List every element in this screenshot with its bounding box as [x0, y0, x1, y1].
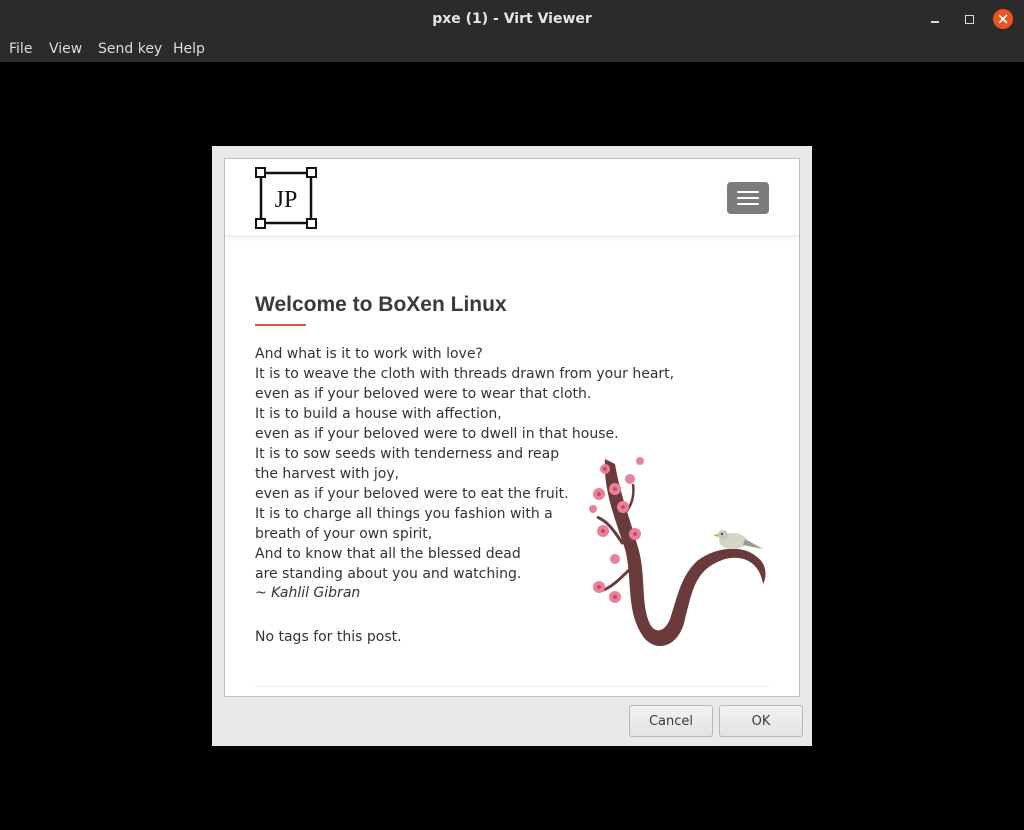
- hamburger-icon: [737, 191, 759, 193]
- title-underline: [255, 324, 306, 326]
- poem-line: It is to weave the cloth with threads dr…: [255, 366, 675, 382]
- boot-message-dialog: JP Welcome to BoXen Linux And what is it…: [212, 146, 812, 746]
- window-titlebar: pxe (1) - Virt Viewer: [0, 0, 1024, 38]
- poem-line: And what is it to work with love?: [255, 346, 483, 362]
- post-title: Welcome to BoXen Linux: [255, 293, 507, 316]
- post-tags: No tags for this post.: [255, 629, 402, 645]
- poem-author: ~ Kahlil Gibran: [255, 585, 361, 601]
- site-header: JP: [225, 159, 799, 236]
- close-button[interactable]: [993, 9, 1013, 29]
- minimize-icon: [931, 21, 939, 23]
- cherry-blossom-branch-with-bird-icon: [589, 457, 766, 647]
- menu-view[interactable]: View: [49, 41, 82, 57]
- menu-file[interactable]: File: [9, 41, 32, 57]
- minimize-button[interactable]: [925, 9, 945, 29]
- menu-bar: File View Send key Help: [0, 38, 1024, 62]
- poem-line: even as if your beloved were to dwell in…: [255, 426, 619, 442]
- cancel-button[interactable]: Cancel: [629, 705, 713, 737]
- window-title: pxe (1) - Virt Viewer: [432, 11, 592, 27]
- menu-send-key[interactable]: Send key: [98, 41, 162, 57]
- maximize-icon: [964, 14, 974, 24]
- poem-line: It is to build a house with affection,: [255, 406, 502, 422]
- close-icon: [993, 9, 1013, 29]
- nav-menu-button[interactable]: [727, 182, 769, 214]
- content-divider: [255, 686, 769, 687]
- poem-line: even as if your beloved were to wear tha…: [255, 386, 592, 402]
- dialog-content: JP Welcome to BoXen Linux And what is it…: [224, 158, 800, 697]
- site-logo[interactable]: JP: [255, 167, 317, 229]
- maximize-button[interactable]: [959, 9, 979, 29]
- menu-help[interactable]: Help: [173, 41, 205, 57]
- ok-button[interactable]: OK: [719, 705, 803, 737]
- svg-text:JP: JP: [275, 187, 298, 213]
